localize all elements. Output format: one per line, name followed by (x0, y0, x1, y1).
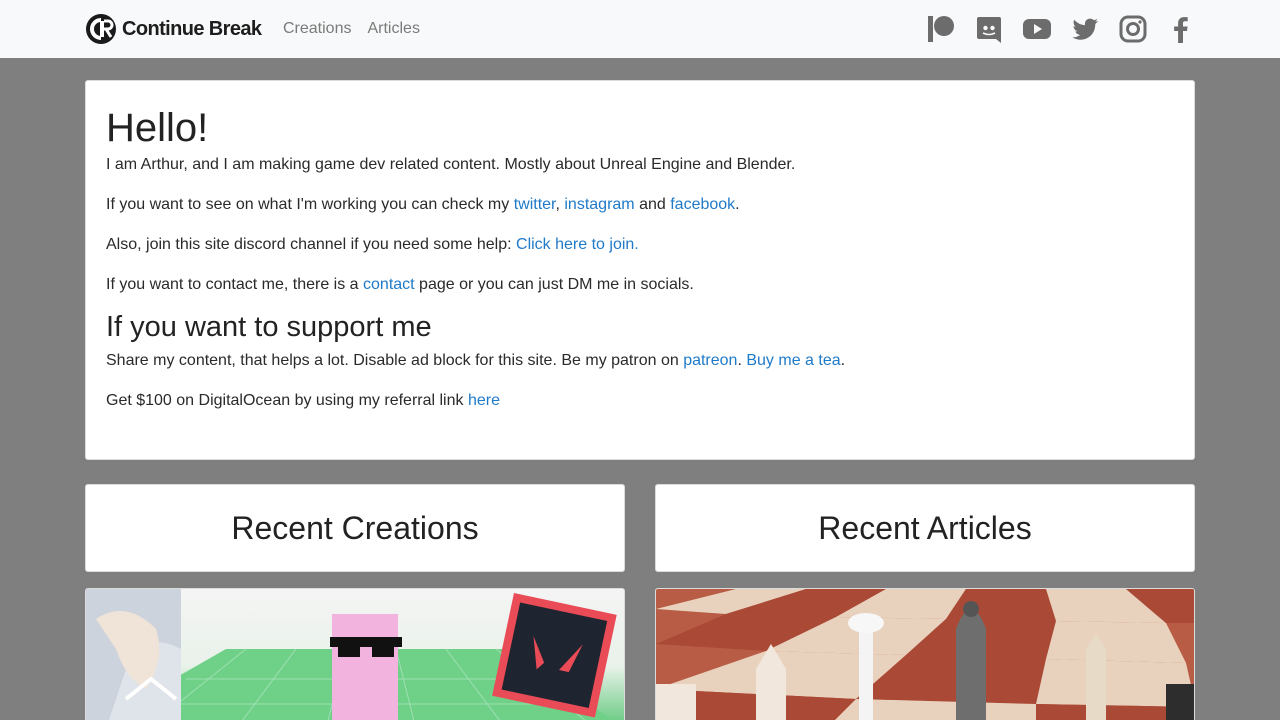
support-paragraph-1: Share my content, that helps a lot. Disa… (106, 349, 1174, 373)
intro-text: If you want to see on what I'm working y… (106, 196, 514, 213)
instagram-icon[interactable] (1118, 14, 1148, 44)
support-paragraph-2: Get $100 on DigitalOcean by using my ref… (106, 389, 1174, 413)
social-links (908, 14, 1196, 44)
buy-me-a-tea-link[interactable]: Buy me a tea (746, 352, 840, 369)
article-thumbnail-image (656, 589, 1194, 720)
brand-name: Continue Break (122, 17, 262, 40)
recent-creations-header: Recent Creations (85, 484, 625, 572)
referral-link[interactable]: here (468, 392, 500, 409)
intro-text: Also, join this site discord channel if … (106, 236, 517, 253)
intro-text: and (634, 196, 671, 213)
nav-links: Creations Articles (283, 19, 436, 39)
intro-card: Hello! I am Arthur, and I am making game… (85, 80, 1195, 460)
intro-text: . (735, 196, 740, 213)
nav-link-creations[interactable]: Creations (283, 19, 351, 39)
discord-icon[interactable] (974, 14, 1004, 44)
intro-title: Hello! (106, 106, 209, 150)
nav-link-articles[interactable]: Articles (367, 19, 419, 39)
intro-paragraph-1: I am Arthur, and I am making game dev re… (106, 153, 1174, 177)
recent-articles-title: Recent Articles (818, 509, 1032, 546)
intro-paragraph-3: Also, join this site discord channel if … (106, 233, 1174, 257)
creation-thumbnail[interactable] (85, 588, 625, 720)
creation-thumbnail-image (86, 589, 624, 720)
intro-text: Get $100 on DigitalOcean by using my ref… (106, 392, 468, 409)
brand-link[interactable]: Continue Break (85, 13, 262, 45)
youtube-icon[interactable] (1022, 14, 1052, 44)
facebook-link[interactable]: facebook (670, 196, 735, 213)
intro-paragraph-2: If you want to see on what I'm working y… (106, 193, 1174, 217)
intro-text: . (840, 352, 846, 369)
instagram-link[interactable]: instagram (564, 196, 634, 213)
discord-join-link[interactable]: Click here to join. (516, 236, 639, 253)
intro-text: page or you can just DM me in socials. (414, 276, 694, 293)
patreon-icon[interactable] (926, 14, 956, 44)
twitter-icon[interactable] (1070, 14, 1100, 44)
support-title: If you want to support me (106, 311, 432, 343)
intro-paragraph-4: If you want to contact me, there is a co… (106, 273, 1174, 297)
patreon-link[interactable]: patreon (683, 352, 737, 369)
navbar: Continue Break Creations Articles (0, 0, 1280, 58)
twitter-link[interactable]: twitter (514, 196, 556, 213)
article-thumbnail[interactable] (655, 588, 1195, 720)
intro-text: If you want to contact me, there is a (106, 276, 364, 293)
brand-logo-icon (86, 14, 116, 44)
intro-text: I am Arthur, and I am making game dev re… (106, 156, 796, 173)
intro-text: Share my content, that helps a lot. Disa… (106, 352, 684, 369)
intro-text: . (737, 352, 747, 369)
contact-link[interactable]: contact (363, 276, 415, 293)
recent-creations-title: Recent Creations (231, 509, 479, 546)
recent-articles-header: Recent Articles (655, 484, 1195, 572)
facebook-icon[interactable] (1166, 14, 1196, 44)
